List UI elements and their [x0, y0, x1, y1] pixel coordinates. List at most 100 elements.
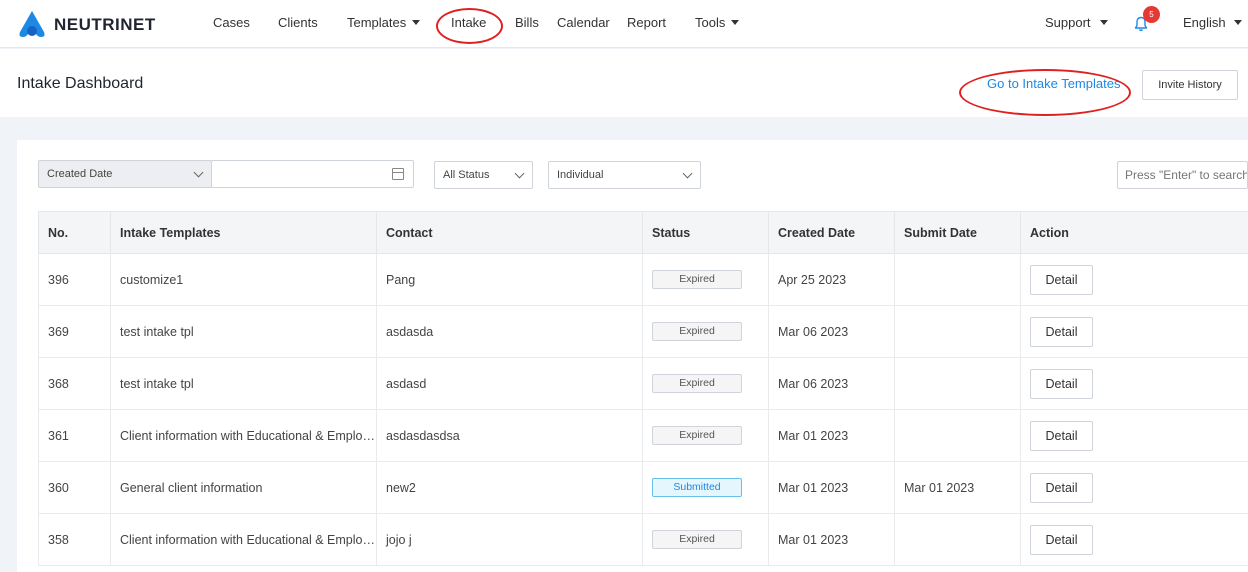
go-to-intake-templates-link[interactable]: Go to Intake Templates: [987, 76, 1120, 91]
status-badge: Expired: [652, 322, 742, 341]
cell-created-date: Mar 01 2023: [768, 409, 895, 462]
cell-status: Expired: [642, 253, 769, 306]
table-row[interactable]: 358 Client information with Educational …: [38, 513, 1248, 566]
cell-contact: asdasdasdsa: [376, 409, 643, 462]
nav-clients[interactable]: Clients: [278, 15, 318, 30]
cell-action: Detail: [1020, 253, 1248, 306]
status-badge: Expired: [652, 374, 742, 393]
detail-button[interactable]: Detail: [1030, 524, 1093, 555]
cell-action: Detail: [1020, 409, 1248, 462]
cell-no: 358: [38, 513, 111, 566]
chevron-down-icon: [193, 167, 204, 178]
cell-created-date: Mar 01 2023: [768, 513, 895, 566]
column-header-status[interactable]: Status: [642, 211, 769, 254]
detail-button[interactable]: Detail: [1030, 368, 1093, 399]
cell-submit-date: [894, 409, 1021, 462]
column-header-created-date[interactable]: Created Date: [768, 211, 895, 254]
status-badge: Expired: [652, 270, 742, 289]
cell-no: 368: [38, 357, 111, 410]
date-type-select[interactable]: Created Date: [38, 160, 212, 188]
cell-status: Expired: [642, 357, 769, 410]
search-input[interactable]: [1117, 161, 1248, 189]
cell-contact: jojo j: [376, 513, 643, 566]
cell-no: 361: [38, 409, 111, 462]
nav-calendar[interactable]: Calendar: [557, 15, 610, 30]
contact-type-value: Individual: [557, 169, 604, 181]
nav-support-label: Support: [1045, 15, 1091, 30]
notification-badge: 5: [1143, 6, 1160, 23]
table-row[interactable]: 361 Client information with Educational …: [38, 409, 1248, 462]
cell-template: Client information with Educational & Em…: [110, 513, 377, 566]
logo[interactable]: NEUTRINET: [16, 10, 156, 39]
cell-template: Client information with Educational & Em…: [110, 409, 377, 462]
nav-tools[interactable]: Tools: [695, 15, 740, 30]
status-badge: Expired: [652, 530, 742, 549]
page-header: Intake Dashboard Go to Intake Templates …: [0, 49, 1248, 117]
detail-button[interactable]: Detail: [1030, 420, 1093, 451]
detail-button[interactable]: Detail: [1030, 472, 1093, 503]
column-header-contact[interactable]: Contact: [376, 211, 643, 254]
cell-status: Expired: [642, 409, 769, 462]
date-type-value: Created Date: [47, 168, 113, 180]
chevron-down-icon: [682, 168, 693, 179]
language-selector[interactable]: English: [1183, 15, 1242, 30]
status-filter-value: All Status: [443, 169, 490, 181]
intake-table: No. Intake Templates Contact Status Crea…: [38, 211, 1248, 566]
cell-submit-date: [894, 253, 1021, 306]
status-badge: Submitted: [652, 478, 742, 497]
nav-tools-label: Tools: [695, 15, 726, 30]
calendar-icon[interactable]: [392, 168, 404, 180]
nav-support[interactable]: Support: [1045, 15, 1108, 30]
cell-created-date: Mar 06 2023: [768, 357, 895, 410]
chevron-down-icon: [514, 168, 525, 179]
chevron-down-icon: [731, 20, 740, 25]
cell-status: Expired: [642, 513, 769, 566]
nav-bills[interactable]: Bills: [515, 15, 539, 30]
detail-button[interactable]: Detail: [1030, 316, 1093, 347]
cell-action: Detail: [1020, 305, 1248, 358]
table-row[interactable]: 396 customize1 Pang Expired Apr 25 2023 …: [38, 253, 1248, 306]
cell-contact: new2: [376, 461, 643, 514]
column-header-action: Action: [1020, 211, 1248, 254]
detail-button[interactable]: Detail: [1030, 264, 1093, 295]
invite-history-button[interactable]: Invite History: [1142, 70, 1238, 100]
status-filter-select[interactable]: All Status: [434, 161, 533, 189]
cell-contact: asdasd: [376, 357, 643, 410]
cell-action: Detail: [1020, 357, 1248, 410]
cell-template: test intake tpl: [110, 357, 377, 410]
nav-templates[interactable]: Templates: [347, 15, 421, 30]
chevron-down-icon: [1233, 20, 1242, 25]
cell-no: 360: [38, 461, 111, 514]
page-title: Intake Dashboard: [17, 75, 144, 92]
contact-type-select[interactable]: Individual: [548, 161, 701, 189]
cell-submit-date: [894, 357, 1021, 410]
cell-template: General client information: [110, 461, 377, 514]
nav-intake[interactable]: Intake: [451, 15, 486, 30]
cell-created-date: Mar 01 2023: [768, 461, 895, 514]
column-header-intake-templates[interactable]: Intake Templates: [110, 211, 377, 254]
chevron-down-icon: [1099, 20, 1108, 25]
cell-template: test intake tpl: [110, 305, 377, 358]
table-row[interactable]: 368 test intake tpl asdasd Expired Mar 0…: [38, 357, 1248, 410]
cell-contact: Pang: [376, 253, 643, 306]
column-header-submit-date[interactable]: Submit Date: [894, 211, 1021, 254]
date-range-input[interactable]: [211, 160, 414, 188]
cell-submit-date: [894, 305, 1021, 358]
cell-template: customize1: [110, 253, 377, 306]
table-row[interactable]: 369 test intake tpl asdasda Expired Mar …: [38, 305, 1248, 358]
column-header-no[interactable]: No.: [38, 211, 111, 254]
table-row[interactable]: 360 General client information new2 Subm…: [38, 461, 1248, 514]
nav-cases[interactable]: Cases: [213, 15, 250, 30]
cell-created-date: Apr 25 2023: [768, 253, 895, 306]
nav-report[interactable]: Report: [627, 15, 666, 30]
table-header-row: No. Intake Templates Contact Status Crea…: [38, 211, 1248, 254]
chevron-down-icon: [412, 20, 421, 25]
nav-templates-label: Templates: [347, 15, 407, 30]
cell-action: Detail: [1020, 461, 1248, 514]
cell-no: 396: [38, 253, 111, 306]
cell-contact: asdasda: [376, 305, 643, 358]
cell-status: Submitted: [642, 461, 769, 514]
cell-action: Detail: [1020, 513, 1248, 566]
app-name: NEUTRINET: [54, 14, 156, 34]
cell-submit-date: Mar 01 2023: [894, 461, 1021, 514]
